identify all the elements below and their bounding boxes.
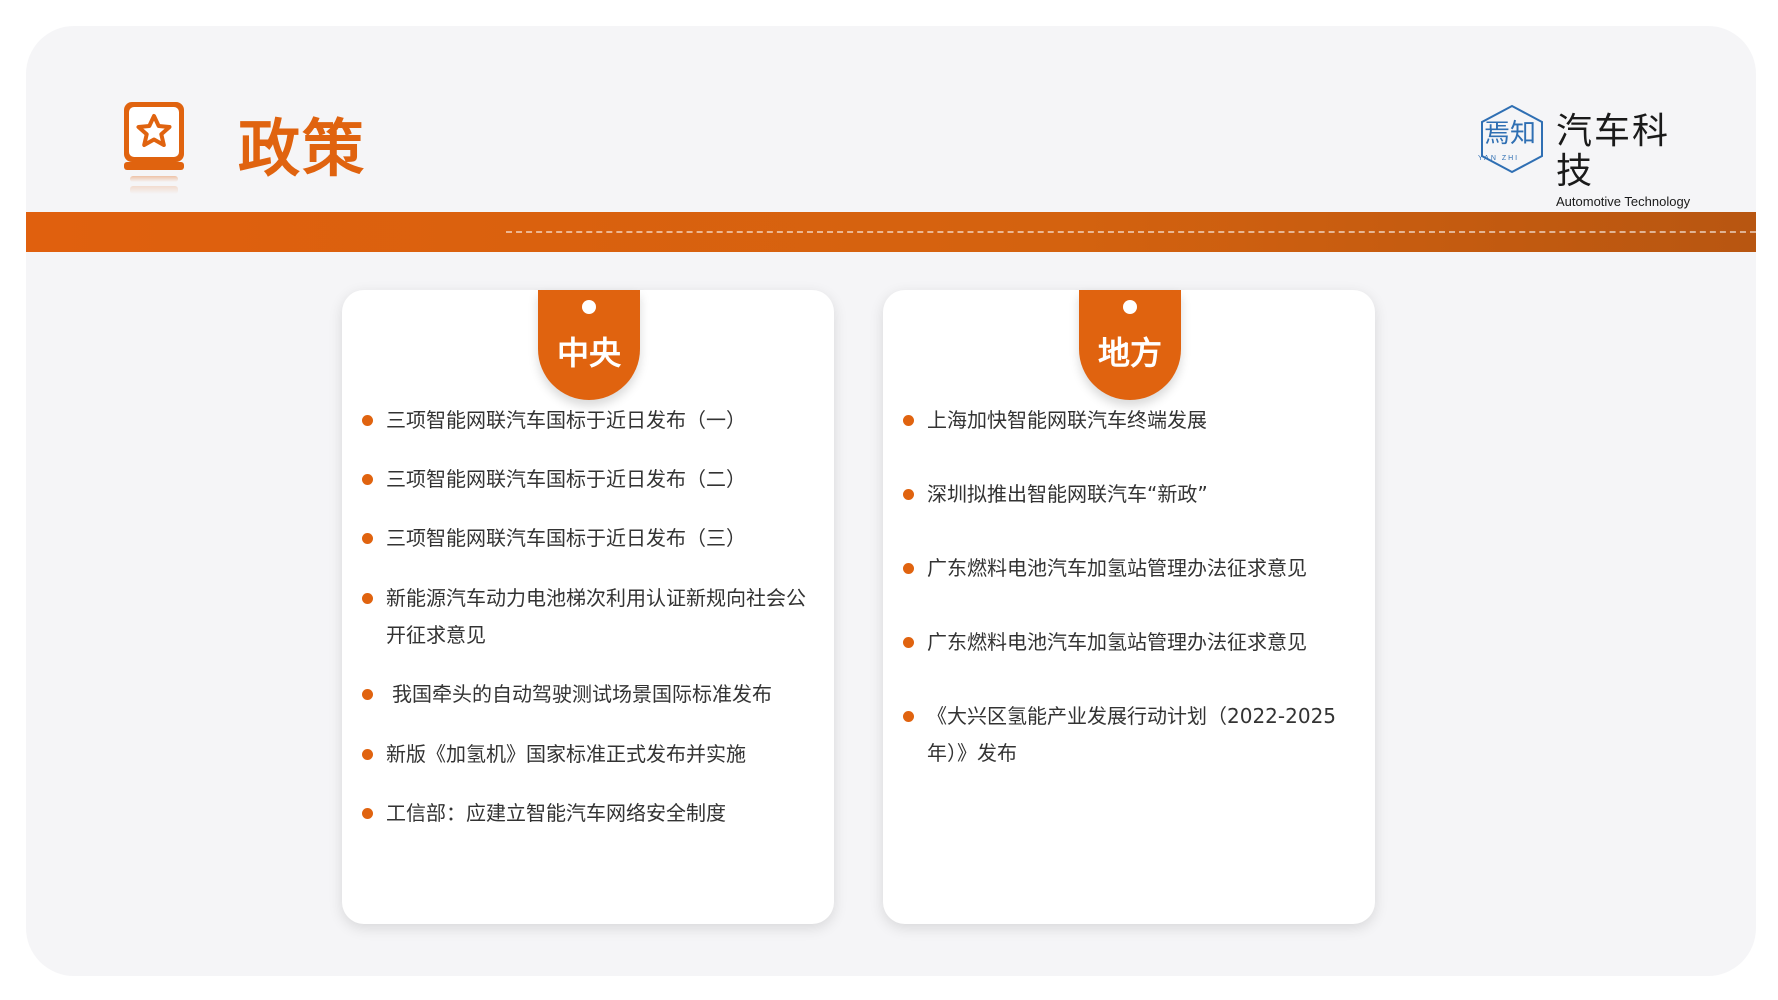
logo-mark-en: YAN ZHI xyxy=(1478,155,1519,162)
local-tag: 地方 xyxy=(1079,290,1181,400)
central-item[interactable]: 新能源汽车动力电池梯次利用认证新规向社会公开征求意见 xyxy=(362,580,822,654)
central-item-text: 三项智能网联汽车国标于近日发布（三） xyxy=(386,526,746,550)
local-item[interactable]: 深圳拟推出智能网联汽车“新政” xyxy=(903,476,1363,513)
bullet-dot xyxy=(362,808,373,819)
local-item-text: 上海加快智能网联汽车终端发展 xyxy=(927,408,1207,432)
bullet-dot xyxy=(903,415,914,426)
page-title: 政策 xyxy=(238,112,367,185)
bullet-dot xyxy=(903,489,914,500)
local-item[interactable]: 广东燃料电池汽车加氢站管理办法征求意见 xyxy=(903,624,1363,661)
local-policy-card: 地方 上海加快智能网联汽车终端发展 深圳拟推出智能网联汽车“新政” 广东燃料电池… xyxy=(883,290,1375,924)
logo-mark-cn: 焉知 xyxy=(1484,119,1536,149)
local-item[interactable]: 广东燃料电池汽车加氢站管理办法征求意见 xyxy=(903,550,1363,587)
bullet-dot xyxy=(362,689,373,700)
bullet-dot xyxy=(362,533,373,544)
star-book-icon xyxy=(124,102,184,194)
central-item-text: 我国牵头的自动驾驶测试场景国际标准发布 xyxy=(392,682,772,706)
logo-name-cn: 汽车科技 xyxy=(1556,111,1671,192)
central-item[interactable]: 三项智能网联汽车国标于近日发布（三） xyxy=(362,520,822,557)
bullet-dot xyxy=(903,711,914,722)
bullet-dot xyxy=(903,637,914,648)
local-item-text: 深圳拟推出智能网联汽车“新政” xyxy=(927,482,1208,506)
central-item[interactable]: 工信部：应建立智能汽车网络安全制度 xyxy=(362,795,822,832)
bullet-dot xyxy=(903,563,914,574)
local-label: 地方 xyxy=(1097,334,1162,372)
central-item[interactable]: 我国牵头的自动驾驶测试场景国际标准发布 xyxy=(362,676,822,713)
central-item-text: 工信部：应建立智能汽车网络安全制度 xyxy=(386,801,726,825)
central-item[interactable]: 新版《加氢机》国家标准正式发布并实施 xyxy=(362,736,822,773)
central-policy-card: 中央 三项智能网联汽车国标于近日发布（一） 三项智能网联汽车国标于近日发布（二）… xyxy=(342,290,834,924)
slide: 政策 焉知 YAN ZHI 汽车科技 Automotive Technology… xyxy=(26,26,1756,976)
logo-name-en: Automotive Technology xyxy=(1556,194,1691,209)
yanzhi-logo-mark: 焉知 YAN ZHI xyxy=(1478,104,1543,174)
central-item-text: 新版《加氢机》国家标准正式发布并实施 xyxy=(386,742,746,766)
bullet-dot xyxy=(362,749,373,760)
bullet-dot xyxy=(362,415,373,426)
local-item-text: 《大兴区氢能产业发展行动计划（2022-2025年）》发布 xyxy=(927,704,1337,765)
central-item-text: 三项智能网联汽车国标于近日发布（二） xyxy=(386,467,746,491)
local-item-text: 广东燃料电池汽车加氢站管理办法征求意见 xyxy=(927,630,1307,654)
central-item[interactable]: 三项智能网联汽车国标于近日发布（一） xyxy=(362,402,822,439)
central-label: 中央 xyxy=(556,334,621,372)
tag-hole xyxy=(1123,300,1137,314)
bullet-dot xyxy=(362,474,373,485)
band-dashed-line xyxy=(506,231,1756,233)
local-item[interactable]: 《大兴区氢能产业发展行动计划（2022-2025年）》发布 xyxy=(903,698,1363,772)
central-item[interactable]: 三项智能网联汽车国标于近日发布（二） xyxy=(362,461,822,498)
company-logo: 焉知 YAN ZHI 汽车科技 Automotive Technology xyxy=(1476,102,1706,209)
central-item-text: 三项智能网联汽车国标于近日发布（一） xyxy=(386,408,746,432)
bullet-dot xyxy=(362,593,373,604)
local-item[interactable]: 上海加快智能网联汽车终端发展 xyxy=(903,402,1363,439)
central-tag: 中央 xyxy=(538,290,640,400)
tag-hole xyxy=(582,300,596,314)
local-item-text: 广东燃料电池汽车加氢站管理办法征求意见 xyxy=(927,556,1307,580)
central-item-text: 新能源汽车动力电池梯次利用认证新规向社会公开征求意见 xyxy=(386,586,806,647)
header-band xyxy=(26,212,1756,252)
